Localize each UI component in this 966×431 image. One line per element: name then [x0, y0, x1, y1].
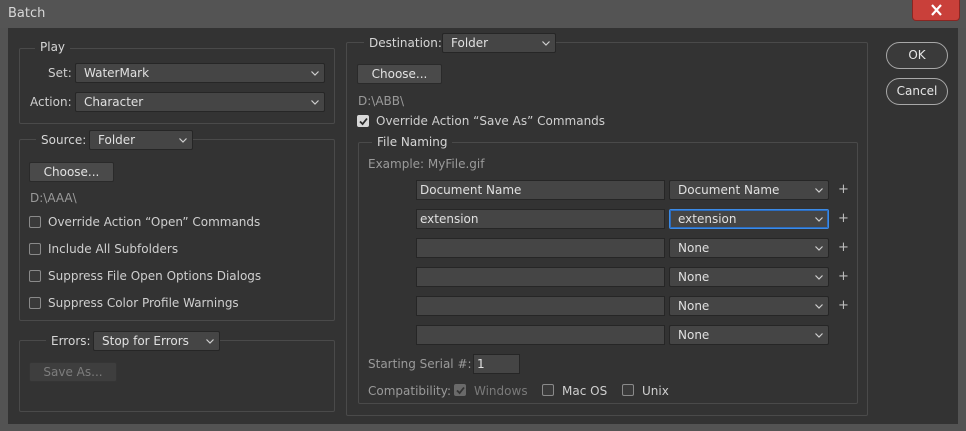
add-naming-row-5[interactable]: +	[838, 298, 849, 313]
close-button[interactable]	[912, 0, 960, 21]
naming-select-4[interactable]: None	[669, 267, 829, 287]
naming-select-value: Document Name	[678, 183, 780, 197]
cancel-button[interactable]: Cancel	[886, 78, 948, 105]
chevron-down-icon	[542, 41, 550, 46]
dialog-body: Play Set: WaterMark Action: Character So…	[8, 28, 958, 424]
suppress-open-dialogs-label[interactable]: Suppress File Open Options Dialogs	[48, 269, 261, 283]
action-label: Action:	[30, 95, 72, 109]
chevron-down-icon	[815, 217, 823, 222]
serial-label: Starting Serial #:	[368, 357, 472, 371]
chevron-down-icon	[206, 339, 214, 344]
windows-label: Windows	[474, 384, 528, 398]
add-naming-row-3[interactable]: +	[838, 240, 849, 255]
naming-select-5[interactable]: None	[669, 296, 829, 316]
chevron-down-icon	[815, 304, 823, 309]
naming-field-4[interactable]	[416, 267, 665, 287]
add-naming-row-4[interactable]: +	[838, 269, 849, 284]
destination-label: Destination:	[364, 36, 447, 50]
play-legend: Play	[35, 40, 71, 54]
unix-checkbox[interactable]	[622, 384, 634, 396]
source-choose-button[interactable]: Choose...	[29, 162, 114, 182]
chevron-down-icon	[815, 275, 823, 280]
naming-select-value: extension	[678, 212, 737, 226]
chevron-down-icon	[311, 100, 319, 105]
destination-select-value: Folder	[451, 36, 489, 50]
compatibility-label: Compatibility:	[368, 384, 452, 398]
include-subfolders-checkbox[interactable]	[29, 243, 41, 255]
save-as-button[interactable]: Save As...	[29, 362, 117, 382]
naming-select-value: None	[678, 241, 710, 255]
action-select-value: Character	[84, 95, 144, 109]
action-select[interactable]: Character	[75, 92, 325, 112]
override-save-as-label[interactable]: Override Action “Save As” Commands	[376, 114, 605, 128]
macos-checkbox[interactable]	[542, 384, 554, 396]
naming-select-1[interactable]: Document Name	[669, 180, 829, 200]
naming-field-1[interactable]: Document Name	[416, 180, 665, 200]
errors-select-value: Stop for Errors	[102, 334, 189, 348]
naming-field-3[interactable]	[416, 238, 665, 258]
unix-label[interactable]: Unix	[642, 384, 669, 398]
checkmark-icon	[359, 117, 368, 126]
errors-select[interactable]: Stop for Errors	[93, 331, 220, 351]
source-select[interactable]: Folder	[89, 130, 193, 150]
add-naming-row-2[interactable]: +	[838, 211, 849, 226]
naming-example: Example: MyFile.gif	[368, 157, 485, 171]
override-open-checkbox[interactable]	[29, 216, 41, 228]
chevron-down-icon	[311, 71, 319, 76]
naming-select-6[interactable]: None	[669, 325, 829, 345]
naming-select-value: None	[678, 270, 710, 284]
play-group	[19, 48, 335, 124]
chevron-down-icon	[815, 333, 823, 338]
destination-choose-button[interactable]: Choose...	[357, 64, 442, 84]
chevron-down-icon	[815, 246, 823, 251]
add-naming-row-1[interactable]: +	[838, 182, 849, 197]
title-bar: Batch	[0, 0, 966, 28]
destination-path: D:\ABB\	[358, 94, 405, 108]
suppress-open-dialogs-checkbox[interactable]	[29, 270, 41, 282]
override-open-label[interactable]: Override Action “Open” Commands	[48, 215, 260, 229]
set-select[interactable]: WaterMark	[75, 63, 325, 83]
chevron-down-icon	[815, 188, 823, 193]
checkmark-icon	[456, 386, 465, 395]
set-select-value: WaterMark	[84, 66, 150, 80]
override-save-as-checkbox[interactable]	[357, 115, 369, 127]
naming-select-3[interactable]: None	[669, 238, 829, 258]
serial-input[interactable]: 1	[473, 354, 520, 374]
destination-select[interactable]: Folder	[442, 33, 556, 53]
naming-select-value: None	[678, 328, 710, 342]
naming-select-value: None	[678, 299, 710, 313]
include-subfolders-label[interactable]: Include All Subfolders	[48, 242, 178, 256]
naming-field-2[interactable]: extension	[416, 209, 665, 229]
macos-label[interactable]: Mac OS	[562, 384, 607, 398]
source-path: D:\AAA\	[30, 191, 77, 205]
naming-field-6[interactable]	[416, 325, 665, 345]
suppress-color-warnings-label[interactable]: Suppress Color Profile Warnings	[48, 296, 239, 310]
source-select-value: Folder	[98, 133, 136, 147]
source-label: Source:	[36, 133, 92, 147]
file-naming-legend: File Naming	[372, 135, 453, 149]
naming-select-2[interactable]: extension	[669, 209, 829, 229]
ok-button[interactable]: OK	[886, 42, 948, 69]
set-label: Set:	[48, 66, 72, 80]
windows-checkbox[interactable]	[454, 384, 466, 396]
errors-label: Errors:	[46, 334, 96, 348]
naming-field-5[interactable]	[416, 296, 665, 316]
close-icon	[931, 4, 942, 16]
window-title: Batch	[8, 6, 46, 21]
suppress-color-warnings-checkbox[interactable]	[29, 297, 41, 309]
chevron-down-icon	[179, 138, 187, 143]
